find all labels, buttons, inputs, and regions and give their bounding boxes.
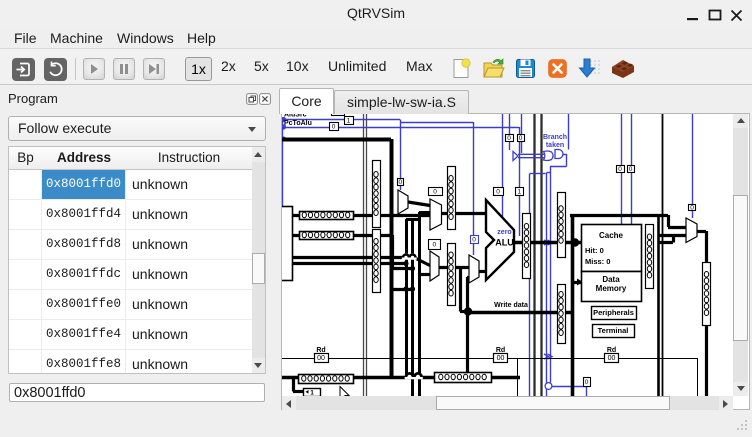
svg-text:Peripherals: Peripherals — [593, 308, 634, 317]
svg-text:Miss: 0: Miss: 0 — [585, 257, 610, 266]
svg-text:0: 0 — [432, 242, 436, 249]
svg-text:00: 00 — [608, 355, 616, 362]
svg-text:ALU: ALU — [495, 238, 514, 248]
svg-text:0: 0 — [507, 135, 511, 142]
svg-text:00: 00 — [497, 355, 505, 362]
svg-text:Write data: Write data — [494, 302, 528, 309]
svg-text:1: 1 — [310, 389, 314, 396]
svg-text:0: 0 — [433, 189, 437, 196]
svg-text:AluSrc: AluSrc — [284, 114, 307, 119]
svg-text:Memory: Memory — [596, 284, 627, 293]
svg-text:0: 0 — [519, 135, 523, 142]
svg-text:0: 0 — [332, 124, 336, 131]
svg-text:0: 0 — [629, 166, 633, 173]
svg-text:0: 0 — [585, 379, 589, 386]
svg-text:0: 0 — [618, 166, 622, 173]
svg-text:Data: Data — [602, 275, 620, 284]
svg-text:taken: taken — [546, 142, 564, 149]
svg-text:PcToAlu: PcToAlu — [284, 120, 312, 127]
svg-text:0: 0 — [496, 189, 500, 196]
svg-text:00: 00 — [317, 355, 325, 362]
svg-text:0: 0 — [690, 205, 694, 212]
svg-text:0: 0 — [472, 237, 476, 244]
svg-text:Branch: Branch — [543, 134, 567, 141]
svg-text:Hit: 0: Hit: 0 — [585, 246, 604, 255]
svg-text:Cache: Cache — [599, 231, 624, 240]
svg-text:1: 1 — [517, 189, 521, 196]
svg-text:1: 1 — [347, 118, 351, 125]
svg-text:0: 0 — [398, 179, 402, 186]
svg-text:zero: zero — [497, 229, 511, 236]
svg-text:Terminal: Terminal — [598, 326, 629, 335]
